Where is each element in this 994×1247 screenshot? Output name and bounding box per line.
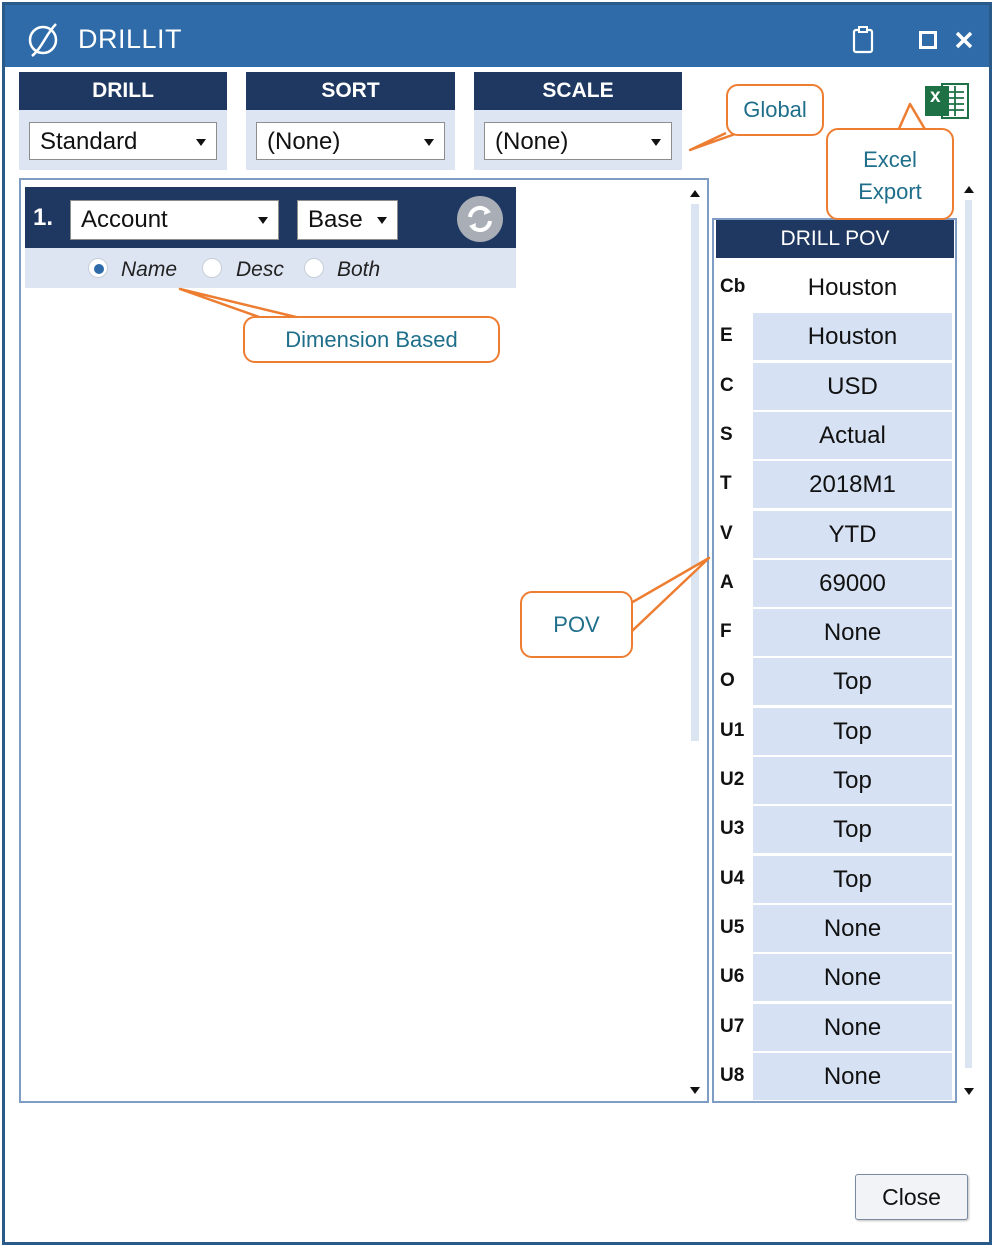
pov-value: Top	[753, 658, 952, 706]
pov-key: U7	[720, 1015, 745, 1037]
pov-value: None	[753, 954, 952, 1002]
pov-value: None	[753, 1003, 952, 1051]
clipboard-icon[interactable]	[852, 26, 874, 54]
dimension-select-value: Account	[81, 206, 168, 233]
drill-header: DRILL	[19, 72, 227, 110]
sort-header: SORT	[246, 72, 455, 110]
radio-desc-label: Desc	[236, 258, 284, 281]
callout-global-text: Global	[743, 97, 807, 122]
window-title: DRILLIT	[78, 24, 183, 54]
chevron-down-icon	[651, 139, 661, 146]
refresh-icon[interactable]	[456, 195, 504, 243]
maximize-icon[interactable]	[919, 31, 937, 49]
chevron-down-icon	[377, 217, 387, 224]
pov-key: Cb	[720, 276, 746, 297]
pov-key: E	[720, 325, 733, 347]
pov-key: U8	[720, 1064, 745, 1086]
sort-select[interactable]: (None)	[256, 122, 445, 160]
pov-key: U2	[720, 769, 745, 790]
sort-select-value: (None)	[267, 128, 341, 155]
excel-icon-letter: x	[930, 86, 941, 107]
callout-excel-export: Excel Export	[826, 128, 954, 220]
pov-value: Actual	[753, 411, 952, 459]
pov-scroll-up-arrow[interactable]	[964, 186, 974, 193]
scroll-thumb[interactable]	[691, 204, 699, 741]
level-select[interactable]: Base	[297, 200, 398, 240]
pov-value: Houston	[753, 264, 952, 311]
pov-value: None	[753, 904, 952, 952]
dimension-index: 1.	[33, 204, 54, 231]
callout-global: Global	[726, 84, 824, 136]
pov-key: O	[720, 670, 735, 692]
callout-pov-text: POV	[553, 612, 600, 637]
pov-key: U1	[720, 719, 745, 741]
callout-pov: POV	[520, 591, 633, 658]
pov-scroll-down-arrow[interactable]	[964, 1088, 974, 1095]
level-select-value: Base	[308, 206, 363, 233]
pov-key: U3	[720, 818, 745, 840]
radio-name[interactable]	[88, 258, 108, 278]
radio-both[interactable]	[304, 258, 324, 278]
pov-value: None	[753, 1052, 952, 1100]
pov-scrollbar[interactable]	[961, 182, 977, 1100]
pov-header: DRILL POV	[716, 220, 954, 258]
radio-desc[interactable]	[202, 258, 222, 278]
scale-select[interactable]: (None)	[484, 122, 672, 160]
chevron-down-icon	[258, 217, 268, 224]
pov-key: S	[720, 423, 733, 445]
chevron-down-icon	[424, 139, 434, 146]
radio-both-label: Both	[337, 258, 381, 281]
excel-export-icon[interactable]: x	[924, 82, 970, 120]
pov-value: YTD	[753, 510, 952, 558]
callout-excel-line1: Excel	[863, 147, 917, 172]
pov-key: U5	[720, 916, 745, 938]
pov-value: 2018M1	[753, 461, 952, 509]
scroll-up-arrow[interactable]	[690, 190, 700, 197]
chevron-down-icon	[196, 139, 206, 146]
app-logo-icon	[22, 20, 64, 60]
close-button[interactable]: Close	[855, 1174, 968, 1220]
pov-key: V	[720, 522, 733, 544]
pov-value: None	[753, 609, 952, 657]
pov-key: U6	[720, 966, 745, 988]
pov-value: 69000	[753, 559, 952, 607]
pov-key: U4	[720, 867, 745, 889]
pov-value: Houston	[753, 313, 952, 361]
callout-dimension-based: Dimension Based	[243, 316, 500, 363]
pov-key: F	[720, 621, 732, 643]
scroll-down-arrow[interactable]	[690, 1087, 700, 1094]
drill-select[interactable]: Standard	[29, 122, 217, 160]
dimension-select[interactable]: Account	[70, 200, 279, 240]
pov-value: Top	[753, 855, 952, 903]
scale-select-value: (None)	[495, 128, 569, 155]
pov-value: Top	[753, 757, 952, 804]
pov-key: A	[720, 571, 734, 593]
callout-excel-line2: Export	[858, 179, 922, 204]
drill-select-value: Standard	[40, 128, 138, 155]
pov-value: USD	[753, 362, 952, 410]
pov-value: Top	[753, 806, 952, 854]
pov-value: Top	[753, 707, 952, 755]
pov-scroll-thumb[interactable]	[965, 200, 972, 1068]
close-icon[interactable]	[954, 30, 974, 50]
scale-header: SCALE	[474, 72, 682, 110]
callout-dimension-text: Dimension Based	[285, 327, 458, 352]
drill-area-scrollbar[interactable]	[686, 182, 704, 1100]
radio-name-label: Name	[121, 258, 178, 281]
pov-key: T	[720, 473, 732, 495]
pov-key: C	[720, 374, 734, 396]
